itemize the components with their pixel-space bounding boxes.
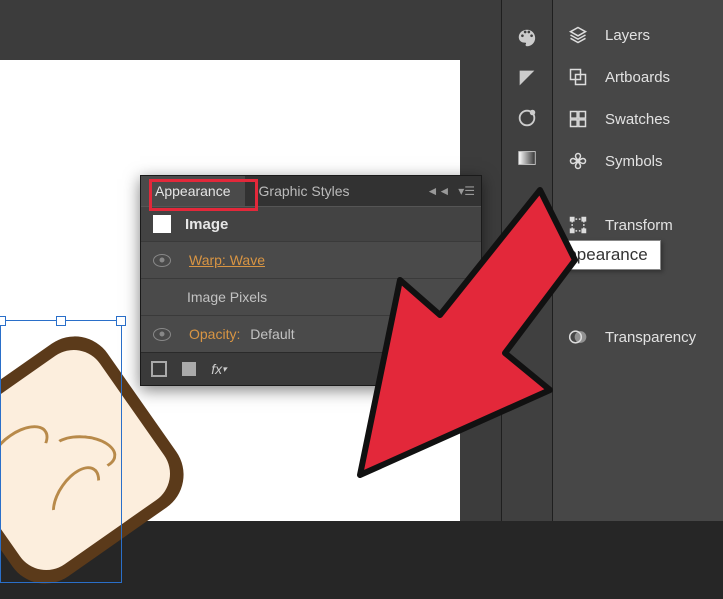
add-fill-icon[interactable] bbox=[181, 361, 197, 377]
symbols-icon bbox=[567, 150, 589, 172]
add-effect-icon[interactable]: fx▾ bbox=[211, 361, 227, 377]
appearance-panel: Appearance Graphic Styles ◄◄ ▾☰ Image Wa… bbox=[140, 175, 482, 386]
opacity-link[interactable]: Opacity: bbox=[189, 326, 240, 342]
swatches-icon bbox=[567, 108, 589, 130]
selection-bounding-box[interactable] bbox=[0, 320, 122, 583]
panel-menu-icon[interactable]: ▾☰ bbox=[458, 184, 475, 198]
attribute-row-opacity[interactable]: Opacity: Default bbox=[141, 315, 481, 352]
selection-type-label: Image bbox=[185, 216, 228, 233]
panel-item-artboards[interactable]: Artboards bbox=[553, 56, 723, 98]
transform-label: Transform bbox=[605, 217, 673, 234]
color-guide-panel-icon[interactable] bbox=[502, 58, 552, 98]
swatches-label: Swatches bbox=[605, 111, 670, 128]
attribute-row-warp[interactable]: Warp: Wave bbox=[141, 241, 481, 278]
artboards-label: Artboards bbox=[605, 69, 670, 86]
tab-graphic-styles[interactable]: Graphic Styles bbox=[245, 176, 364, 206]
gradient-panel-icon[interactable] bbox=[502, 138, 552, 178]
panel-tabs: Appearance Graphic Styles ◄◄ ▾☰ bbox=[141, 176, 481, 206]
symbols-label: Symbols bbox=[605, 153, 663, 170]
effect-link[interactable]: Warp: Wave bbox=[189, 252, 265, 268]
color-panel-icon[interactable] bbox=[502, 18, 552, 58]
tab-appearance[interactable]: Appearance bbox=[141, 176, 245, 206]
add-stroke-icon[interactable] bbox=[151, 361, 167, 377]
panel-item-symbols[interactable]: Symbols bbox=[553, 140, 723, 182]
panel-item-swatches[interactable]: Swatches bbox=[553, 98, 723, 140]
appearance-panel-icon[interactable] bbox=[502, 198, 552, 238]
transparency-label: Transparency bbox=[605, 329, 696, 346]
panel-item-transparency[interactable]: Transparency bbox=[553, 316, 723, 358]
contents-label: Image Pixels bbox=[187, 289, 267, 305]
panel-selection-header: Image bbox=[141, 206, 481, 241]
selection-thumbnail-icon bbox=[153, 215, 171, 233]
transparency-icon bbox=[567, 326, 589, 348]
layers-label: Layers bbox=[605, 27, 650, 44]
artboards-icon bbox=[567, 66, 589, 88]
opacity-value: Default bbox=[250, 326, 294, 342]
panel-footer: fx▾ bbox=[141, 352, 481, 385]
tooltip-appearance: Appearance bbox=[543, 240, 661, 270]
attribute-row-image-pixels[interactable]: Image Pixels bbox=[141, 278, 481, 315]
panel-collapse-icon[interactable]: ◄◄ bbox=[426, 184, 450, 198]
layers-icon bbox=[567, 24, 589, 46]
recolor-panel-icon[interactable] bbox=[502, 98, 552, 138]
transform-icon bbox=[567, 214, 589, 236]
panel-item-layers[interactable]: Layers bbox=[553, 14, 723, 56]
visibility-toggle-icon[interactable] bbox=[153, 328, 171, 341]
visibility-toggle-icon[interactable] bbox=[153, 254, 171, 267]
